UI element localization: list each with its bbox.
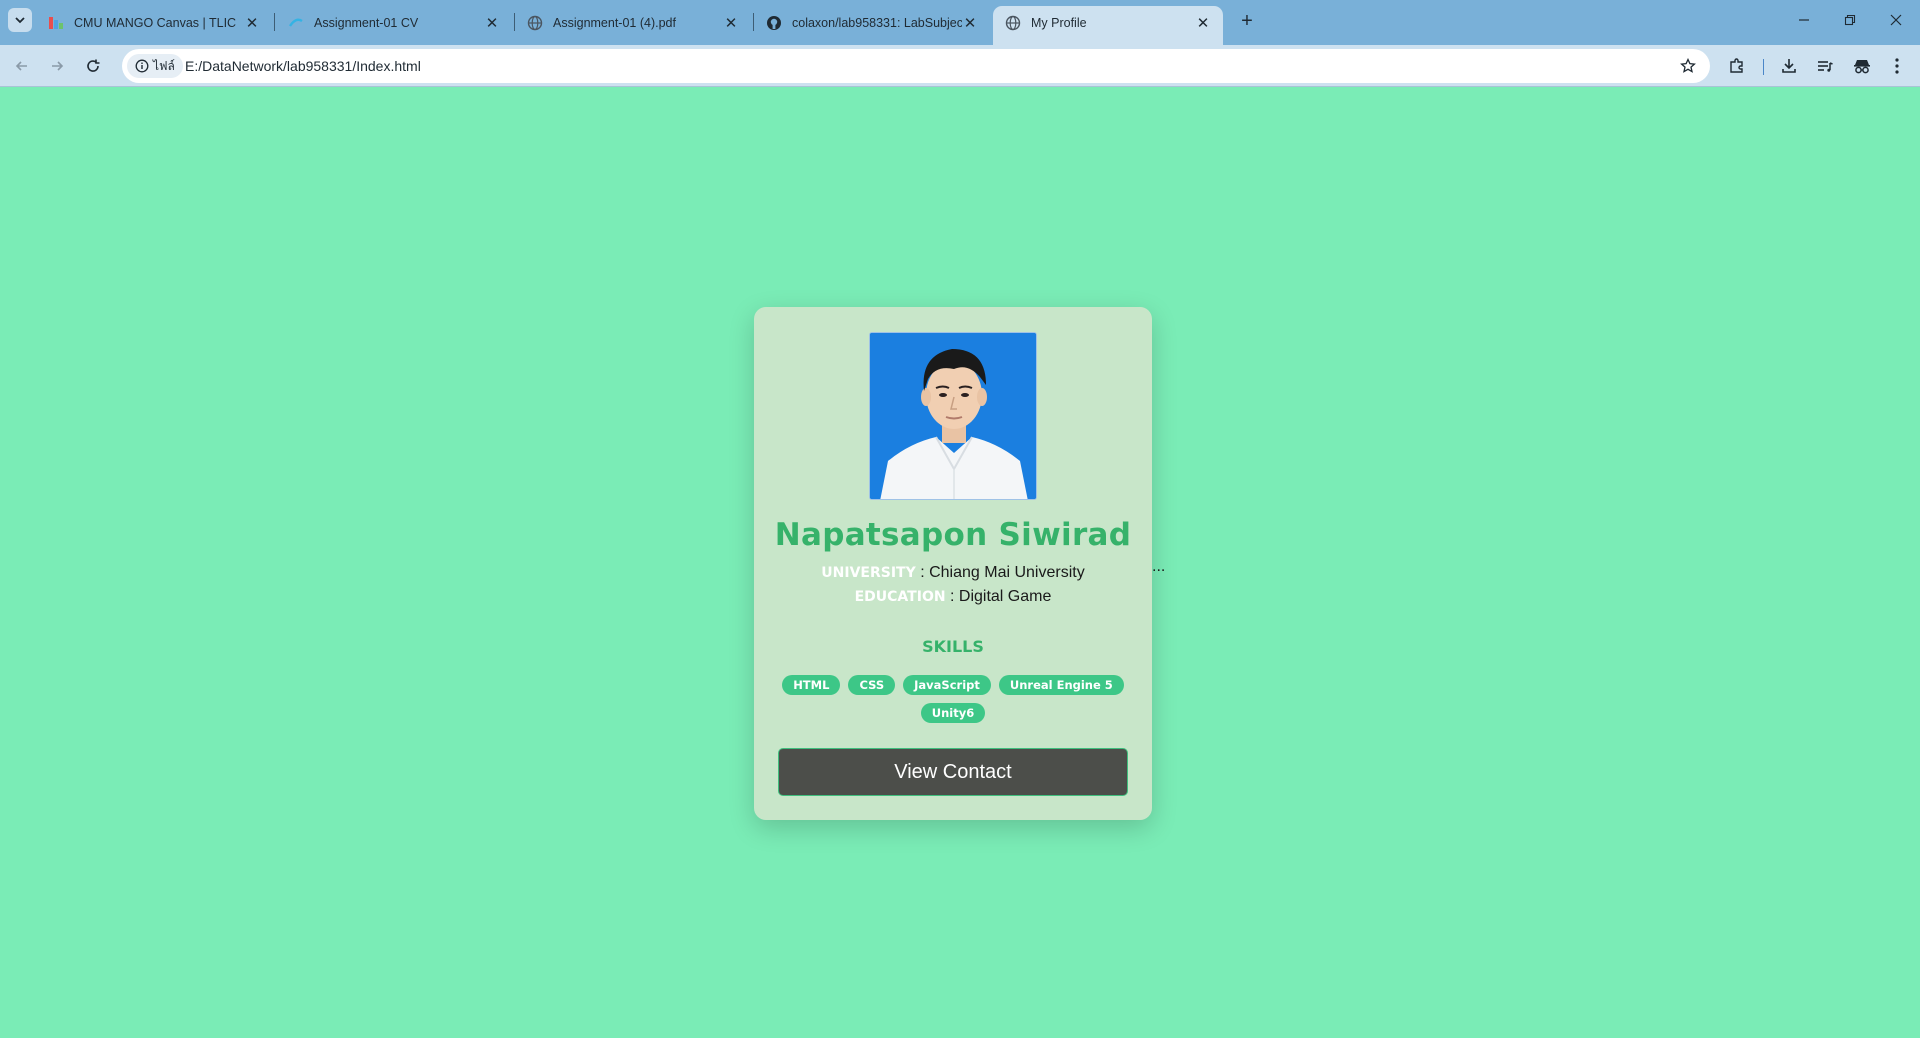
minimize-icon (1799, 19, 1809, 21)
tab-strip: CMU MANGO Canvas | TLIC ✕ Assignment-01 … (0, 0, 1920, 45)
bookmark-star-icon[interactable] (1678, 56, 1698, 76)
skill-badge: JavaScript (903, 675, 991, 695)
canvas-icon (48, 15, 64, 31)
tab-title: colaxon/lab958331: LabSubject (792, 15, 962, 30)
skills-heading: SKILLS (922, 637, 984, 656)
skill-badge: CSS (848, 675, 896, 695)
close-icon[interactable]: ✕ (1195, 15, 1211, 32)
minimize-button[interactable] (1781, 0, 1827, 40)
restore-button[interactable] (1827, 0, 1873, 40)
forward-button[interactable] (43, 52, 71, 80)
profile-card: Napatsapon Siwirad UNIVERSITY : Chiang M… (754, 307, 1152, 820)
university-line: UNIVERSITY : Chiang Mai University (754, 564, 1152, 582)
tab-separator (274, 13, 275, 31)
education-line: EDUCATION : Digital Game (754, 588, 1152, 606)
skill-badge: Unity6 (920, 703, 986, 723)
address-bar[interactable]: ไฟล์ E:/DataNetwork/lab958331/Index.html (122, 49, 1710, 83)
reload-button[interactable] (79, 52, 107, 80)
github-icon (766, 15, 782, 31)
toolbar-separator (1763, 59, 1764, 75)
view-contact-button[interactable]: View Contact (778, 748, 1128, 796)
close-icon (1890, 14, 1902, 26)
site-info-chip[interactable]: ไฟล์ (127, 54, 183, 78)
globe-icon (1005, 15, 1021, 31)
close-icon[interactable]: ✕ (723, 15, 739, 32)
tab-title: CMU MANGO Canvas | TLIC (74, 15, 237, 30)
reload-icon (87, 59, 100, 72)
menu-dots-icon[interactable] (1886, 55, 1908, 77)
skill-badge: HTML (782, 675, 841, 695)
skill-badge: Unreal Engine 5 (998, 675, 1124, 695)
close-icon[interactable]: ✕ (244, 15, 260, 32)
new-tab-button[interactable]: + (1233, 9, 1261, 33)
download-icon[interactable] (1778, 55, 1800, 77)
tab-title: My Profile (1031, 15, 1087, 30)
arrow-right-icon (52, 61, 64, 71)
info-icon (135, 59, 149, 73)
site-chip-label: ไฟล์ (153, 58, 175, 73)
tab-title: Assignment-01 CV (314, 15, 419, 30)
tab-search-button[interactable] (8, 8, 32, 32)
chevron-down-icon (15, 17, 25, 24)
profile-photo (869, 332, 1037, 500)
browser-toolbar: ไฟล์ E:/DataNetwork/lab958331/Index.html (0, 45, 1920, 87)
close-icon[interactable]: ✕ (962, 15, 978, 32)
education-value: : Digital Game (945, 588, 1052, 605)
back-button[interactable] (8, 52, 36, 80)
tab-canvas[interactable]: CMU MANGO Canvas | TLIC ✕ (36, 6, 272, 39)
tab-assignment-cv[interactable]: Assignment-01 CV ✕ (276, 6, 512, 39)
university-label: UNIVERSITY (821, 565, 916, 581)
extensions-icon[interactable] (1726, 55, 1748, 77)
tab-github[interactable]: colaxon/lab958331: LabSubject ✕ (754, 6, 990, 39)
skills-list: HTML CSS JavaScript Unreal Engine 5 Unit… (774, 675, 1132, 723)
tab-title: Assignment-01 (4).pdf (553, 15, 676, 30)
arrow-left-icon (15, 61, 27, 71)
close-icon[interactable]: ✕ (484, 15, 500, 32)
profile-name: Napatsapon Siwirad (774, 517, 1132, 553)
education-label: EDUCATION (854, 589, 946, 605)
restore-icon (1844, 14, 1856, 26)
plus-icon: + (1241, 9, 1253, 32)
globe-icon (527, 15, 543, 31)
close-window-button[interactable] (1873, 0, 1919, 40)
tab-assignment-pdf[interactable]: Assignment-01 (4).pdf ✕ (515, 6, 751, 39)
figma-icon (288, 15, 304, 31)
media-control-icon[interactable] (1814, 55, 1836, 77)
url-text[interactable]: E:/DataNetwork/lab958331/Index.html (185, 58, 421, 74)
ellipsis-text: ... (1152, 558, 1166, 575)
incognito-profile-icon[interactable] (1851, 55, 1873, 77)
university-value: : Chiang Mai University (915, 564, 1085, 581)
tab-my-profile[interactable]: My Profile ✕ (993, 6, 1223, 45)
